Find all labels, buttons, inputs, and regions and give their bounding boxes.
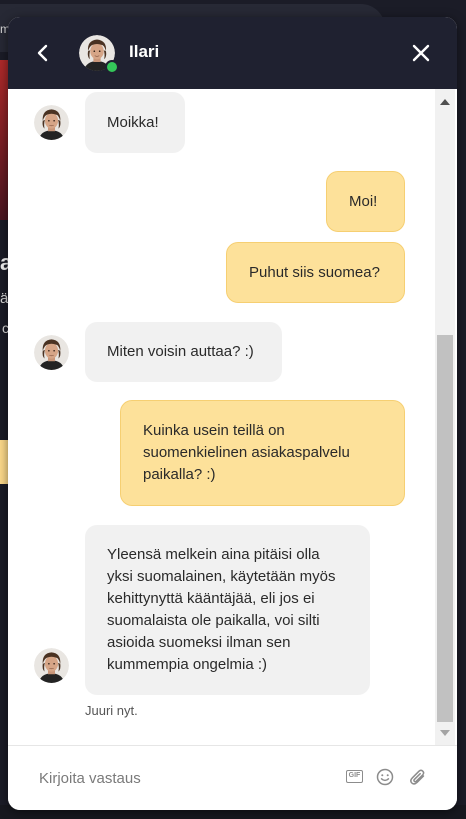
paperclip-icon[interactable] [408, 767, 428, 787]
message-composer: GIF [8, 745, 457, 810]
scroll-down-arrow-icon[interactable] [440, 730, 450, 736]
agent-name: Ilari [129, 42, 160, 61]
user-message: Kuinka usein teillä on suomenkielinen as… [120, 400, 405, 506]
emoji-icon[interactable] [376, 768, 394, 786]
back-arrow-icon[interactable] [32, 39, 52, 67]
close-icon[interactable] [409, 41, 433, 65]
user-message: Puhut siis suomea? [226, 242, 405, 303]
message-list: Moikka! Moi! Puhut siis suomea? Miten vo… [8, 89, 433, 745]
gif-icon[interactable]: GIF [346, 770, 363, 783]
agent-avatar [34, 648, 69, 683]
agent-message: Miten voisin auttaa? :) [85, 322, 282, 382]
chat-widget: Ilari Moikka! Moi! Puhut siis suomea? Mi… [8, 17, 457, 810]
background-yellow-button [0, 440, 8, 484]
agent-avatar [34, 335, 69, 370]
reply-input[interactable] [39, 766, 329, 790]
user-message: Moi! [326, 171, 405, 232]
scrollbar[interactable] [435, 89, 455, 745]
agent-avatar [34, 105, 69, 140]
background-image [0, 60, 8, 220]
chat-header: Ilari [8, 17, 457, 89]
scrollbar-thumb[interactable] [437, 335, 453, 722]
agent-message: Moikka! [85, 92, 185, 153]
scroll-up-arrow-icon[interactable] [440, 99, 450, 105]
online-status-indicator [105, 60, 119, 74]
message-timestamp: Juuri nyt. [85, 703, 138, 718]
agent-message: Yleensä melkein aina pitäisi olla yksi s… [85, 525, 370, 695]
